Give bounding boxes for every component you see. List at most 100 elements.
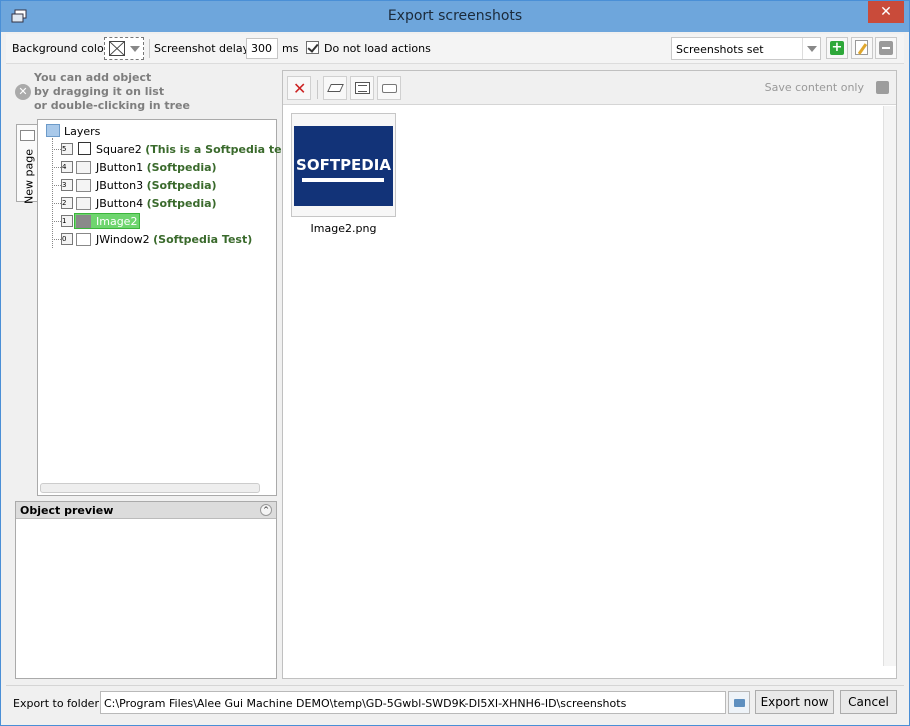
tab-new-page[interactable]: New page: [16, 124, 38, 204]
tree-branch-line: [52, 221, 61, 222]
layer-index-icon: 2: [61, 197, 73, 209]
tree-item-tag: (Softpedia): [146, 197, 217, 210]
toolbar-divider: [149, 39, 150, 58]
window-title: Export screenshots: [387, 8, 523, 24]
edit-set-button[interactable]: [851, 37, 873, 59]
tree-root-layers[interactable]: Layers: [38, 122, 276, 140]
screenshot-delay-input[interactable]: 300: [246, 38, 278, 59]
tree-item-name: Square2: [96, 143, 142, 156]
object-tree[interactable]: Layers 5 Square2 (This is a Softpedia te…: [37, 119, 298, 496]
layers-icon: [46, 124, 60, 137]
clear-button[interactable]: [323, 76, 347, 100]
chevron-down-icon: [130, 46, 140, 52]
list-icon: [355, 82, 370, 94]
tree-item-name: Image2: [96, 215, 138, 228]
cancel-button[interactable]: Cancel: [840, 690, 897, 714]
tree-root-label: Layers: [64, 125, 101, 138]
export-folder-input[interactable]: C:\Program Files\Alee Gui Machine DEMO\t…: [100, 691, 726, 714]
tree-item-name: JButton4: [96, 197, 144, 210]
tree-item-tag: (Softpedia): [146, 179, 217, 192]
layer-index-icon: 5: [61, 143, 73, 155]
image-icon: [76, 215, 91, 228]
tree-item[interactable]: 4 JButton1 (Softpedia): [38, 158, 276, 176]
hint-text: You can add object by dragging it on lis…: [34, 71, 190, 112]
export-to-folder-label: Export to folder:: [13, 697, 103, 710]
tab-new-page-label: New page: [22, 149, 36, 204]
delay-unit: ms: [282, 42, 299, 55]
save-content-only-label: Save content only: [764, 81, 864, 94]
button-shape-button[interactable]: [377, 76, 401, 100]
layer-index-icon: 4: [61, 161, 73, 173]
tree-branch-line: [52, 185, 61, 186]
add-object-hint: ✕ You can add object by dragging it on l…: [11, 69, 277, 115]
plus-icon: +: [830, 40, 844, 55]
close-icon[interactable]: ✕: [868, 1, 904, 23]
tree-item[interactable]: 3 JButton3 (Softpedia): [38, 176, 276, 194]
export-screenshots-window: Export screenshots ✕ Background color: S…: [0, 0, 910, 726]
delete-button[interactable]: ✕: [287, 76, 311, 100]
square-icon: [78, 142, 91, 155]
tree-item-selected[interactable]: 1 Image2: [38, 212, 276, 230]
screenshots-vertical-scrollbar[interactable]: [883, 106, 896, 666]
browse-folder-button[interactable]: [728, 691, 750, 714]
page-icon: [20, 130, 35, 141]
tree-item-name: JWindow2: [96, 233, 150, 246]
thumbnail-brand-text: SOFTPEDIA: [296, 156, 391, 174]
no-color-icon: [109, 41, 125, 56]
button-icon: [76, 179, 91, 192]
save-content-only-checkbox[interactable]: [876, 81, 889, 94]
rectangle-icon: [382, 84, 397, 93]
screenshots-toolbar: ✕ Save content only: [283, 71, 896, 105]
background-color-label: Background color:: [12, 42, 112, 55]
thumbnail-caption: Image2.png: [310, 222, 377, 235]
toolbar-divider: [317, 80, 318, 99]
screenshot-thumbnail[interactable]: SOFTPEDIA: [291, 113, 396, 217]
tree-item-name: JButton3: [96, 179, 144, 192]
tree-item[interactable]: 0 JWindow2 (Softpedia Test): [38, 230, 276, 248]
eraser-icon: [327, 84, 344, 92]
layer-index-icon: 0: [61, 233, 73, 245]
collapse-icon[interactable]: ^: [260, 504, 272, 516]
list-view-button[interactable]: [350, 76, 374, 100]
add-set-button[interactable]: +: [826, 37, 848, 59]
screenshots-set-select[interactable]: Screenshots set: [671, 37, 821, 60]
title-bar: Export screenshots ✕: [1, 1, 909, 32]
left-panel: ✕ You can add object by dragging it on l…: [11, 69, 298, 679]
export-bar: Export to folder: C:\Program Files\Alee …: [6, 685, 904, 721]
button-icon: [76, 161, 91, 174]
button-icon: [76, 197, 91, 210]
thumbnail-bars: [302, 178, 384, 182]
object-preview-header: Object preview: [16, 502, 276, 519]
object-preview-title: Object preview: [20, 504, 114, 517]
thumbnail-image: SOFTPEDIA: [294, 126, 393, 206]
folder-icon: [734, 699, 745, 707]
tree-item-tag: (Softpedia): [146, 161, 217, 174]
tree-branch-line: [52, 203, 61, 204]
tree-branch-line: [52, 167, 61, 168]
chevron-down-icon: [802, 38, 820, 59]
object-preview-panel: Object preview ^: [15, 501, 277, 679]
minus-icon: [879, 41, 893, 55]
export-now-button[interactable]: Export now: [755, 690, 834, 714]
layer-index-icon: 3: [61, 179, 73, 191]
tree-item[interactable]: 5 Square2 (This is a Softpedia test!: [38, 140, 298, 158]
remove-set-button[interactable]: [875, 37, 897, 59]
close-circle-icon[interactable]: ✕: [15, 84, 31, 100]
background-color-picker[interactable]: [104, 37, 144, 60]
tree-item[interactable]: 2 JButton4 (Softpedia): [38, 194, 276, 212]
layer-index-icon: 1: [61, 215, 73, 227]
do-not-load-actions-label: Do not load actions: [324, 42, 431, 55]
top-toolbar: Background color: Screenshot delay: 300 …: [6, 34, 904, 64]
tree-item-name: JButton1: [96, 161, 144, 174]
tree-branch-line: [52, 239, 61, 240]
tree-horizontal-scrollbar[interactable]: [40, 483, 260, 493]
edit-icon: [855, 40, 868, 55]
delete-icon: ✕: [293, 79, 307, 98]
tree-item-tag: (Softpedia Test): [153, 233, 253, 246]
do-not-load-actions-checkbox[interactable]: [306, 41, 319, 54]
screenshots-panel: ✕ Save content only SOFTPEDIA Image2.png: [282, 70, 897, 679]
tree-branch-line: [52, 149, 61, 150]
window-icon: [76, 233, 91, 246]
tree-item-tag: (This is a Softpedia test!: [145, 143, 299, 156]
screenshots-set-value: Screenshots set: [676, 43, 764, 56]
